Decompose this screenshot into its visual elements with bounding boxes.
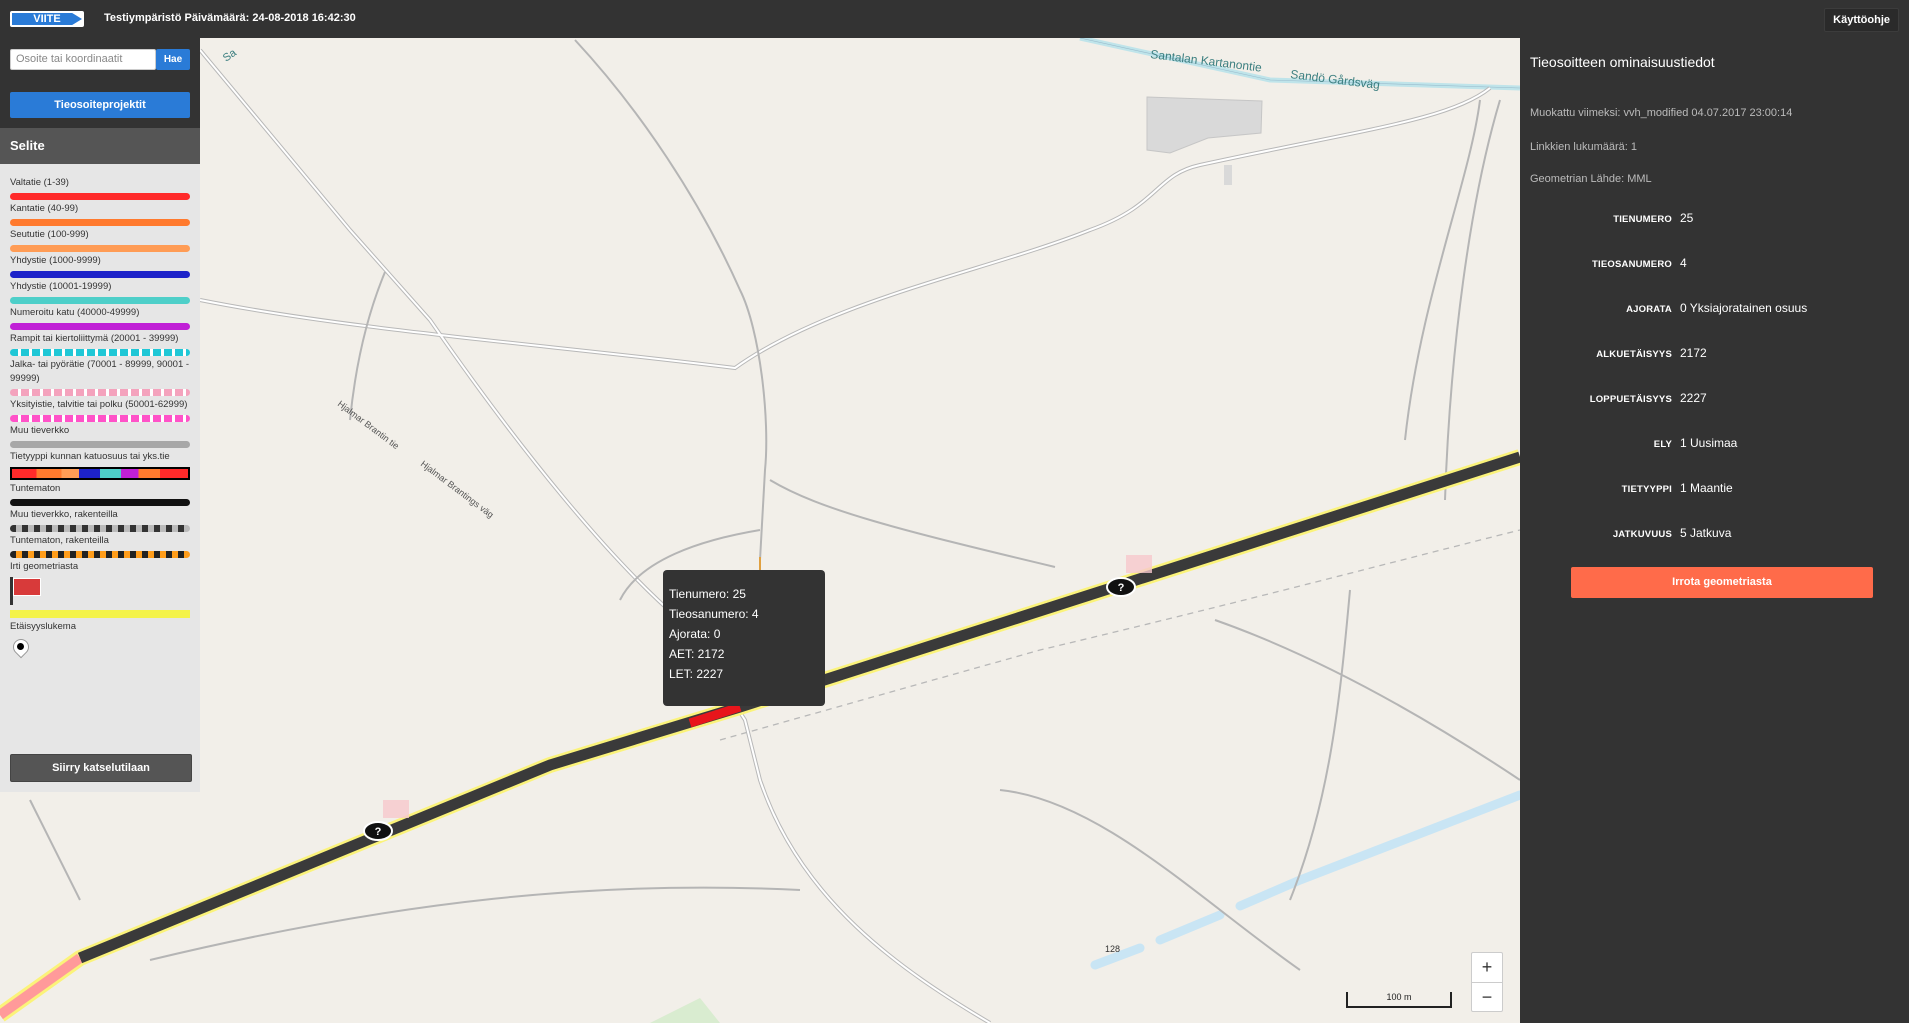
legend-label: Kantatie (40-99) — [10, 203, 79, 214]
legend-swatch-yhdystie2 — [10, 297, 190, 304]
map-canvas[interactable]: ? ? Santalan Kartanontie Sandö Gårdsväg … — [0, 38, 1520, 1023]
park-area — [650, 998, 720, 1023]
field-ajorata: AJORATA 0 Yksiajoratainen osuus — [1626, 301, 1808, 315]
legend-swatch-tuntematon-rakenteilla — [10, 551, 190, 558]
flag-icon — [10, 577, 190, 607]
water-channel — [1090, 790, 1520, 970]
legend-swatch-pyoratie — [10, 389, 190, 396]
links-count: Linkkien lukumäärä: 1 — [1530, 141, 1638, 153]
detach-geometry-button[interactable]: Irrota geometriasta — [1571, 567, 1873, 598]
legend-label: Yhdystie (10001-19999) — [10, 281, 112, 292]
geometry-source: Geometrian Lähde: MML — [1530, 173, 1652, 185]
street-label-fi: Hjalmar Brantin tie — [336, 399, 401, 452]
building-small — [1224, 165, 1232, 185]
legend-label: Jalka- tai pyörätie (70001 - 89999, 9000… — [10, 359, 190, 384]
road-info-popup: Tienumero: 25 Tieosanumero: 4 Ajorata: 0… — [663, 570, 825, 706]
legend-swatch-muu — [10, 441, 190, 448]
legend-title: Selite — [0, 128, 200, 164]
field-ely: ELY 1 Uusimaa — [1653, 436, 1738, 450]
legend-label: Muu tieverkko, rakenteilla — [10, 509, 118, 520]
legend-label: Irti geometriasta — [10, 561, 79, 572]
building — [1146, 96, 1263, 154]
legend-label: Tietyyppi kunnan katuosuus tai yks.tie — [10, 451, 170, 462]
legend-label: Etäisyyslukema — [10, 621, 76, 632]
search-input[interactable]: Osoite tai koordinaatit — [10, 49, 156, 70]
projects-button[interactable]: Tieosoiteprojektit — [10, 92, 190, 118]
zoom-out-button[interactable]: − — [1472, 983, 1502, 1012]
road-label-sv: Sandö Gårdsväg — [1290, 67, 1381, 92]
legend-label: Yhdystie (1000-9999) — [10, 255, 101, 266]
legend-swatch-valtatie — [10, 193, 190, 200]
search-area: Osoite tai koordinaatit Hae — [0, 38, 200, 82]
legend-swatch-katu — [10, 323, 190, 330]
distance-label: 128 — [1105, 944, 1120, 954]
minor-paths — [29, 39, 1520, 971]
highway-highlight — [0, 449, 1520, 1022]
zoom-control: + − — [1471, 952, 1503, 1012]
field-jatkuvuus: JATKUVUUS 5 Jatkuva — [1612, 526, 1732, 540]
map-marker-icon — [9, 635, 190, 667]
search-button[interactable]: Hae — [156, 49, 190, 70]
help-button[interactable]: Käyttöohje — [1824, 8, 1899, 32]
road-label-cut: Sa — [221, 46, 240, 64]
viite-logo[interactable]: VIITE — [10, 11, 84, 27]
legend-swatch-ramppi — [10, 349, 190, 356]
legend-label: Numeroitu katu (40000-49999) — [10, 307, 140, 318]
legend-swatch-tuntematon — [10, 499, 190, 506]
modified-info: Muokattu viimeksi: vvh_modified 04.07.20… — [1530, 107, 1793, 119]
street-label-sv: Hjalmar Brantings väg — [419, 459, 496, 520]
projects-area: Tieosoiteprojektit — [0, 82, 200, 128]
legend-swatch-yksityistie — [10, 415, 190, 422]
legend-swatch-yhdystie — [10, 271, 190, 278]
legend-label: Seututie (100-999) — [10, 229, 89, 240]
legend-swatch-tietyyppi — [10, 467, 190, 480]
legend-swatch-kantatie — [10, 219, 190, 226]
secondary-roads — [198, 48, 1520, 1023]
legend-swatch-muu-rakenteilla — [10, 525, 190, 532]
svg-text:?: ? — [1118, 582, 1125, 594]
legend: Valtatie (1-39) Kantatie (40-99) Seututi… — [9, 174, 190, 667]
details-panel: Tieosoitteen ominaisuustiedot Muokattu v… — [1520, 38, 1909, 1023]
legend-label: Tuntematon, rakenteilla — [10, 535, 109, 546]
view-mode-button[interactable]: Siirry katselutilaan — [10, 754, 192, 782]
left-panel: Osoite tai koordinaatit Hae Tieosoitepro… — [0, 38, 200, 792]
details-title: Tieosoitteen ominaisuustiedot — [1530, 54, 1715, 70]
svg-text:?: ? — [375, 826, 382, 838]
road-label-fi: Santalan Kartanontie — [1150, 47, 1263, 75]
legend-swatch-irti — [10, 610, 190, 618]
map-view[interactable]: ? ? Santalan Kartanontie Sandö Gårdsväg … — [0, 38, 1520, 1023]
legend-label: Tuntematon — [10, 483, 61, 494]
field-tienumero: TIENUMERO 25 — [1613, 211, 1694, 225]
field-tieosanumero: TIEOSANUMERO 4 — [1592, 256, 1687, 270]
top-bar: VIITE Testiympäristö Päivämäärä: 24-08-2… — [0, 0, 1909, 38]
scale-bar: 100 m — [1346, 992, 1452, 1008]
zoom-in-button[interactable]: + — [1472, 953, 1502, 983]
legend-label: Valtatie (1-39) — [10, 177, 69, 188]
field-tietyyppi: TIETYYPPI 1 Maantie — [1621, 481, 1733, 495]
environment-info: Testiympäristö Päivämäärä: 24-08-2018 16… — [104, 12, 356, 24]
legend-label: Yksityistie, talvitie tai polku (50001-6… — [10, 399, 188, 410]
field-loppuetaisyys: LOPPUETÄISYYS 2227 — [1589, 391, 1707, 405]
legend-label: Rampit tai kiertoliittymä (20001 - 39999… — [10, 333, 179, 344]
field-alkuetaisyys: ALKUETÄISYYS 2172 — [1596, 346, 1707, 360]
legend-label: Muu tieverkko — [10, 425, 70, 436]
legend-swatch-seututie — [10, 245, 190, 252]
